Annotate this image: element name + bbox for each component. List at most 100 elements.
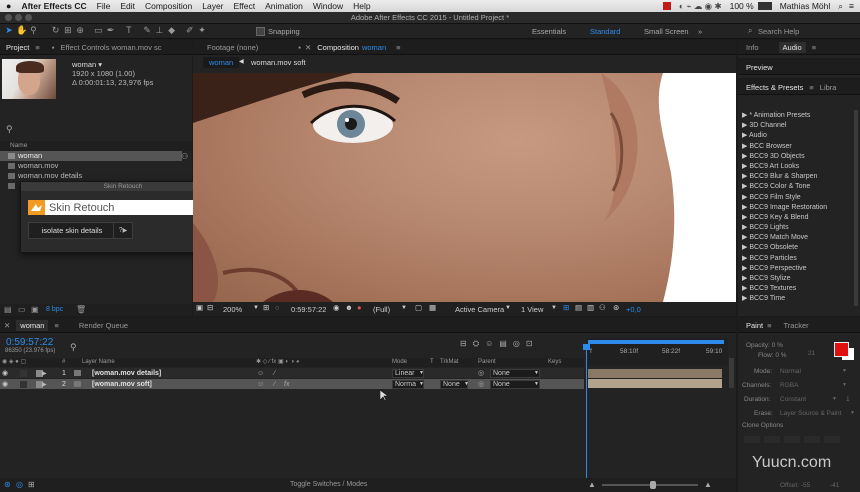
effect-category[interactable]: ▶ BCC9 Stylize: [738, 274, 860, 284]
comp-mini-flowchart-icon[interactable]: ⊟: [460, 339, 473, 348]
snapping-checkbox[interactable]: [256, 27, 265, 36]
lock-switch[interactable]: [20, 369, 27, 377]
offset-value-2[interactable]: -41: [830, 482, 839, 489]
col-keys[interactable]: Keys: [548, 359, 561, 365]
col-layer-name[interactable]: Layer Name: [82, 359, 115, 365]
pan-behind-tool-icon[interactable]: ⊕: [75, 25, 85, 36]
tab-menu-icon[interactable]: ≡: [767, 321, 771, 330]
workspace-essentials[interactable]: Essentials: [532, 27, 566, 36]
tab-menu-icon[interactable]: ≡: [35, 43, 39, 52]
toggle-pixel-aspect-icon[interactable]: ⊞: [563, 303, 569, 312]
expand-modes-icon[interactable]: ⊞: [28, 480, 35, 489]
new-folder-icon[interactable]: ▭: [18, 305, 26, 314]
clone-preset-1[interactable]: [744, 436, 760, 443]
brush-size[interactable]: 21: [808, 350, 815, 357]
effect-category[interactable]: ▶ BCC9 Match Move: [738, 233, 860, 243]
flowchart-view-icon[interactable]: ⚇: [599, 303, 606, 312]
zoom-slider-thumb[interactable]: [650, 481, 656, 489]
menu-animation[interactable]: Animation: [265, 1, 303, 11]
zoom-dropdown[interactable]: 200%: [223, 305, 242, 314]
new-composition-icon[interactable]: ▣: [31, 305, 39, 314]
effects-scrollbar[interactable]: [854, 110, 858, 306]
timeline-vscroll[interactable]: [729, 358, 734, 388]
motion-blur-icon[interactable]: ◎: [513, 339, 526, 348]
expand-arrow-icon[interactable]: ▶: [42, 370, 47, 377]
effect-category[interactable]: ▶ BCC9 Art Looks: [738, 162, 860, 172]
magnification-icon[interactable]: ⊟: [207, 303, 213, 312]
quality-switch-icon[interactable]: ∕: [274, 381, 275, 388]
draft-3d-icon[interactable]: ⛭: [473, 339, 485, 348]
zoom-out-icon[interactable]: ▲: [588, 480, 596, 489]
project-search-icon[interactable]: ⚲: [6, 124, 13, 135]
viewer-timecode[interactable]: 0:59:57:22: [291, 305, 326, 314]
project-item-woman-mov[interactable]: woman.mov: [0, 161, 182, 171]
type-tool-icon[interactable]: T: [124, 25, 134, 35]
always-preview-icon[interactable]: ▣: [196, 303, 203, 312]
spotlight-icon[interactable]: ⌕: [838, 1, 843, 12]
effect-category[interactable]: ▶ BCC9 Image Restoration: [738, 203, 860, 213]
views-dropdown[interactable]: 1 View: [521, 305, 543, 314]
trkmat-chevron-icon[interactable]: ▼: [464, 381, 469, 387]
tab-effects-presets[interactable]: Effects & Presets: [746, 83, 803, 92]
close-tab-icon[interactable]: ✕: [4, 321, 10, 330]
layer-row[interactable]: ◉ ▶ 1 [woman.mov details] ☺ ∕ Linear ▼ ◎…: [0, 368, 584, 378]
rotate-tool-icon[interactable]: ↻: [51, 25, 61, 36]
channels-value-dropdown[interactable]: RGBA: [780, 382, 798, 389]
graph-editor-icon[interactable]: ⊡: [526, 339, 539, 348]
layer-bar[interactable]: [588, 379, 722, 388]
menu-composition[interactable]: Composition: [145, 1, 192, 11]
effect-category[interactable]: ▶ Audio: [738, 131, 860, 141]
effect-category[interactable]: ▶ BCC9 Lights: [738, 223, 860, 233]
close-window-icon[interactable]: [5, 14, 12, 21]
mask-icon[interactable]: ◌: [275, 303, 279, 312]
erase-chevron-icon[interactable]: ▼: [850, 410, 855, 416]
shy-switch-icon[interactable]: ☺: [257, 370, 264, 377]
roto-brush-tool-icon[interactable]: ✐: [185, 25, 195, 36]
tab-woman[interactable]: woman: [16, 319, 49, 331]
mode-chevron-icon[interactable]: ▼: [419, 381, 424, 387]
lock-switch[interactable]: [20, 380, 27, 388]
menu-layer[interactable]: Layer: [202, 1, 223, 11]
effect-category[interactable]: ▶ BCC9 Particles: [738, 254, 860, 264]
playhead-indicator[interactable]: [586, 346, 587, 492]
effect-category[interactable]: ▶ BCC9 3D Objects: [738, 152, 860, 162]
col-parent[interactable]: Parent: [478, 359, 496, 365]
tab-project[interactable]: Project: [6, 43, 29, 52]
tab-preview[interactable]: Preview: [746, 63, 773, 72]
expand-arrow-icon[interactable]: ▶: [42, 381, 47, 388]
tab-render-queue[interactable]: Render Queue: [79, 321, 128, 330]
effects-switch-icon[interactable]: fx: [284, 381, 289, 388]
col-t[interactable]: T: [430, 359, 434, 365]
project-item-woman-mov-details[interactable]: woman.mov details: [0, 171, 182, 181]
hand-tool-icon[interactable]: ✋: [16, 25, 27, 36]
exposure-value[interactable]: +0,0: [626, 305, 641, 314]
duration-number[interactable]: 1: [846, 396, 850, 403]
parent-chevron-icon[interactable]: ▼: [534, 381, 539, 387]
puppet-tool-icon[interactable]: ✦: [197, 25, 207, 36]
project-bpc[interactable]: 8 bpc: [46, 306, 63, 313]
toggle-switches-modes[interactable]: Toggle Switches / Modes: [290, 481, 367, 488]
effect-category[interactable]: ▶ BCC9 Obsolete: [738, 243, 860, 253]
clone-stamp-tool-icon[interactable]: ⊥: [154, 25, 164, 36]
clone-preset-4[interactable]: [804, 436, 820, 443]
zoom-chevron-icon[interactable]: ▼: [253, 305, 259, 311]
tab-menu-icon[interactable]: ≡: [809, 83, 813, 92]
foreground-color-swatch[interactable]: [834, 342, 849, 357]
time-ruler[interactable]: f 58:10f 58:22f 59:10: [586, 338, 728, 366]
selection-tool-icon[interactable]: ➤: [4, 25, 14, 36]
tab-libraries[interactable]: Libra: [820, 83, 837, 92]
camera-chevron-icon[interactable]: ▼: [505, 305, 511, 311]
paint-opacity[interactable]: Opacity: 0 %: [746, 342, 783, 349]
duration-value-dropdown[interactable]: Constant: [780, 396, 806, 403]
camera-dropdown[interactable]: Active Camera: [455, 305, 504, 314]
views-chevron-icon[interactable]: ▼: [551, 305, 557, 311]
workspace-more-icon[interactable]: »: [698, 27, 702, 36]
erase-value-dropdown[interactable]: Layer Source & Paint: [780, 410, 841, 417]
menu-edit[interactable]: Edit: [120, 1, 135, 11]
show-snapshot-icon[interactable]: ☻: [345, 303, 353, 312]
zoom-in-icon[interactable]: ▲: [704, 480, 712, 489]
clone-preset-5[interactable]: [824, 436, 840, 443]
flowchart-icon[interactable]: ⚇: [181, 152, 188, 161]
layer-name[interactable]: [woman.mov soft]: [92, 381, 152, 388]
layer-bar[interactable]: [588, 369, 722, 378]
